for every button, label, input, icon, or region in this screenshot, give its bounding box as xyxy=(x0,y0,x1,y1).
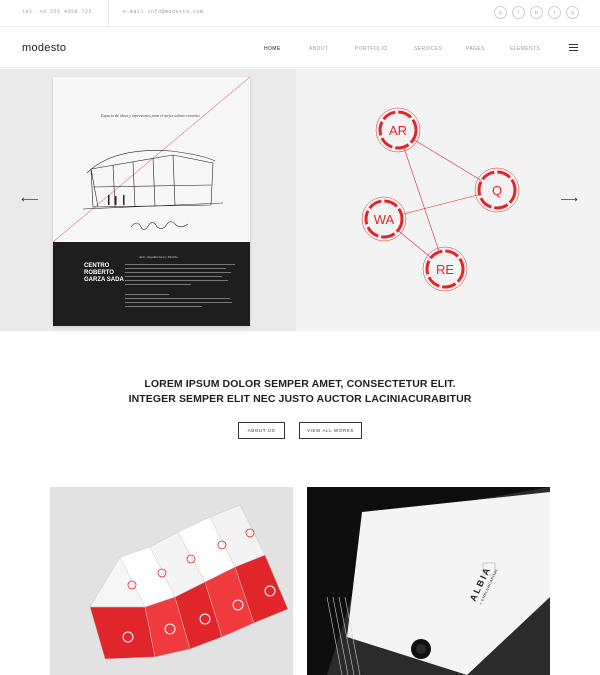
poster-info-block: CENTRO ROBERTO GARZA SADA Arte, Arquitec… xyxy=(53,242,250,326)
poster-title: CENTRO ROBERTO GARZA SADA xyxy=(84,263,124,283)
graphic-label-re: RE xyxy=(436,262,454,277)
instagram-icon[interactable]: ◎ xyxy=(494,6,507,19)
main-navigation: modesto HOME ABOUT PORTFOLIO SERVICES PA… xyxy=(0,27,600,68)
slider-prev-arrow-icon[interactable] xyxy=(21,197,38,202)
nav-item-about[interactable]: ABOUT xyxy=(309,46,328,52)
nav-item-elements[interactable]: ELEMENTS xyxy=(510,46,540,52)
twitter-icon[interactable]: t xyxy=(548,6,561,19)
arquare-graphic: AR Q WA RE xyxy=(361,107,520,292)
about-us-button[interactable]: ABOUT US xyxy=(238,422,285,440)
poster-image: Espacio de ideas y expresiones para el m… xyxy=(53,77,250,326)
slide-poster-panel: Espacio de ideas y expresiones para el m… xyxy=(0,69,296,331)
slide-graphic-panel: AR Q WA RE xyxy=(296,69,600,331)
poster-body-text xyxy=(125,264,235,310)
nav-item-portfolio[interactable]: PORTFOLIO xyxy=(355,46,387,52)
poster-tagline: Espacio de ideas y expresiones para el m… xyxy=(101,113,201,118)
pinterest-icon[interactable]: p xyxy=(530,6,543,19)
facebook-icon[interactable]: f xyxy=(512,6,525,19)
nav-item-services[interactable]: SERVICES xyxy=(414,46,442,52)
slider-next-arrow-icon[interactable] xyxy=(561,197,578,202)
googleplus-icon[interactable]: g xyxy=(566,6,579,19)
poster-subtitle: Arte, Arquitectura y Diseño xyxy=(139,255,178,259)
portfolio-item-brochure[interactable] xyxy=(50,487,293,675)
graphic-label-ar: AR xyxy=(389,123,407,138)
stationery-image: ALBIA + EMBLEMCAPITAL xyxy=(307,487,550,675)
nav-item-home[interactable]: HOME xyxy=(264,46,281,52)
intro-heading: LOREM IPSUM DOLOR SEMPER AMET, CONSECTET… xyxy=(0,377,600,407)
graphic-label-q: Q xyxy=(492,183,502,198)
hero-slider: Espacio de ideas y expresiones para el m… xyxy=(0,69,600,331)
nav-item-pages[interactable]: PAGES xyxy=(466,46,485,52)
email-address[interactable]: e-mail info@modesto.com xyxy=(123,9,204,15)
intro-line-2: INTEGER SEMPER ELIT NEC JUSTO AUCTOR LAC… xyxy=(128,393,472,405)
social-links: ◎ f p t g xyxy=(494,6,579,19)
intro-line-1: LOREM IPSUM DOLOR SEMPER AMET, CONSECTET… xyxy=(144,378,456,390)
site-logo[interactable]: modesto xyxy=(22,42,66,54)
portfolio-item-stationery[interactable]: ALBIA + EMBLEMCAPITAL xyxy=(307,487,550,675)
phone-number: tel. +3 555 4358 725 xyxy=(22,9,93,15)
graphic-label-wa: WA xyxy=(374,212,395,227)
top-bar: tel. +3 555 4358 725 e-mail info@modesto… xyxy=(0,0,600,27)
brochure-image xyxy=(50,487,293,675)
hamburger-menu-icon[interactable] xyxy=(569,44,578,51)
view-all-works-button[interactable]: VIEW ALL WORKS xyxy=(299,422,362,440)
divider xyxy=(108,0,109,27)
